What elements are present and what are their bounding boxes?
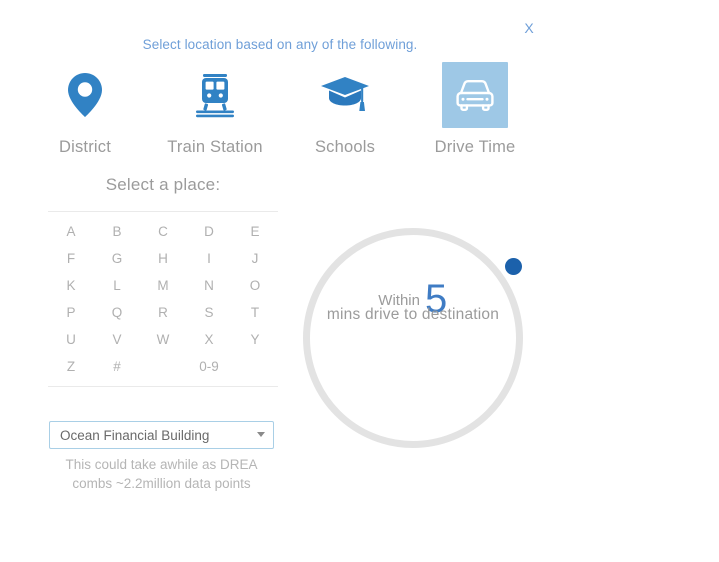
alphabet-cell-s[interactable]: S xyxy=(186,299,232,326)
alphabet-cell-f[interactable]: F xyxy=(48,245,94,272)
alphabet-cell-o[interactable]: O xyxy=(232,272,278,299)
alphabet-cell-v[interactable]: V xyxy=(94,326,140,353)
alphabet-cell-b[interactable]: B xyxy=(94,218,140,245)
alphabet-cell-empty xyxy=(140,353,186,380)
place-select-wrapper: Ocean Financial Building This could take… xyxy=(49,421,274,493)
alphabet-cell-q[interactable]: Q xyxy=(94,299,140,326)
train-icon xyxy=(196,74,234,118)
alphabet-cell-e[interactable]: E xyxy=(232,218,278,245)
dial-handle[interactable] xyxy=(505,258,522,275)
alphabet-cell-y[interactable]: Y xyxy=(232,326,278,353)
category-tabs: District Train Station Schools Drive Tim… xyxy=(20,62,540,157)
place-select-hint: This could take awhile as DREA combs ~2.… xyxy=(65,457,258,491)
dialog-headline: Select location based on any of the foll… xyxy=(142,37,418,52)
category-tab-district[interactable]: District xyxy=(20,62,150,157)
alphabet-cell-z[interactable]: Z xyxy=(48,353,94,380)
graduation-cap-icon xyxy=(321,77,369,111)
dial-track[interactable] xyxy=(303,228,523,448)
alphabet-cell-i[interactable]: I xyxy=(186,245,232,272)
alphabet-cell-empty xyxy=(232,353,278,380)
car-icon xyxy=(456,80,494,111)
category-tab-train-station[interactable]: Train Station xyxy=(150,62,280,157)
alphabet-cell-k[interactable]: K xyxy=(48,272,94,299)
alphabet-cell-a[interactable]: A xyxy=(48,218,94,245)
category-icon-box xyxy=(182,62,248,128)
category-icon-box xyxy=(52,62,118,128)
place-select[interactable]: Ocean Financial Building xyxy=(49,421,274,449)
alphabet-cell-j[interactable]: J xyxy=(232,245,278,272)
alphabet-cell-l[interactable]: L xyxy=(94,272,140,299)
place-picker-title: Select a place: xyxy=(105,175,221,194)
close-icon[interactable]: X xyxy=(520,19,538,37)
category-icon-box xyxy=(312,62,378,128)
alphabet-cell-c[interactable]: C xyxy=(140,218,186,245)
place-picker: Select a place: ABCDE FGHIJ KLMNO PQRST UVWX… xyxy=(48,175,278,387)
alphabet-cell-u[interactable]: U xyxy=(48,326,94,353)
alphabet-cell-r[interactable]: R xyxy=(140,299,186,326)
category-label: Train Station xyxy=(167,138,263,156)
alphabet-cell-x[interactable]: X xyxy=(186,326,232,353)
alphabet-cell-hash[interactable]: # xyxy=(94,353,140,380)
alphabet-cell-m[interactable]: M xyxy=(140,272,186,299)
category-label: District xyxy=(58,138,111,156)
alphabet-grid: A B C D E F G H I J K L M N O P Q R S T U V W X Y Z #0-9 xyxy=(48,211,278,387)
category-label: Drive Time xyxy=(434,138,516,156)
alphabet-cell-w[interactable]: W xyxy=(140,326,186,353)
category-tab-schools[interactable]: Schools xyxy=(280,62,410,157)
dial-readout: Within 5 mins drive to destination xyxy=(303,279,523,324)
alphabet-cell-g[interactable]: G xyxy=(94,245,140,272)
map-pin-icon xyxy=(68,73,102,117)
alphabet-cell-n[interactable]: N xyxy=(186,272,232,299)
category-label: Schools xyxy=(314,138,376,156)
alphabet-cell-d[interactable]: D xyxy=(186,218,232,245)
drive-time-dial[interactable]: Within 5 mins drive to destination xyxy=(303,228,523,448)
alphabet-cell-p[interactable]: P xyxy=(48,299,94,326)
category-tab-drive-time[interactable]: Drive Time xyxy=(410,62,540,157)
alphabet-cell-h[interactable]: H xyxy=(140,245,186,272)
alphabet-cell-t[interactable]: T xyxy=(232,299,278,326)
category-icon-box xyxy=(442,62,508,128)
alphabet-cell-digits[interactable]: 0-9 xyxy=(186,353,232,380)
dial-suffix: mins drive to destination xyxy=(326,306,500,323)
